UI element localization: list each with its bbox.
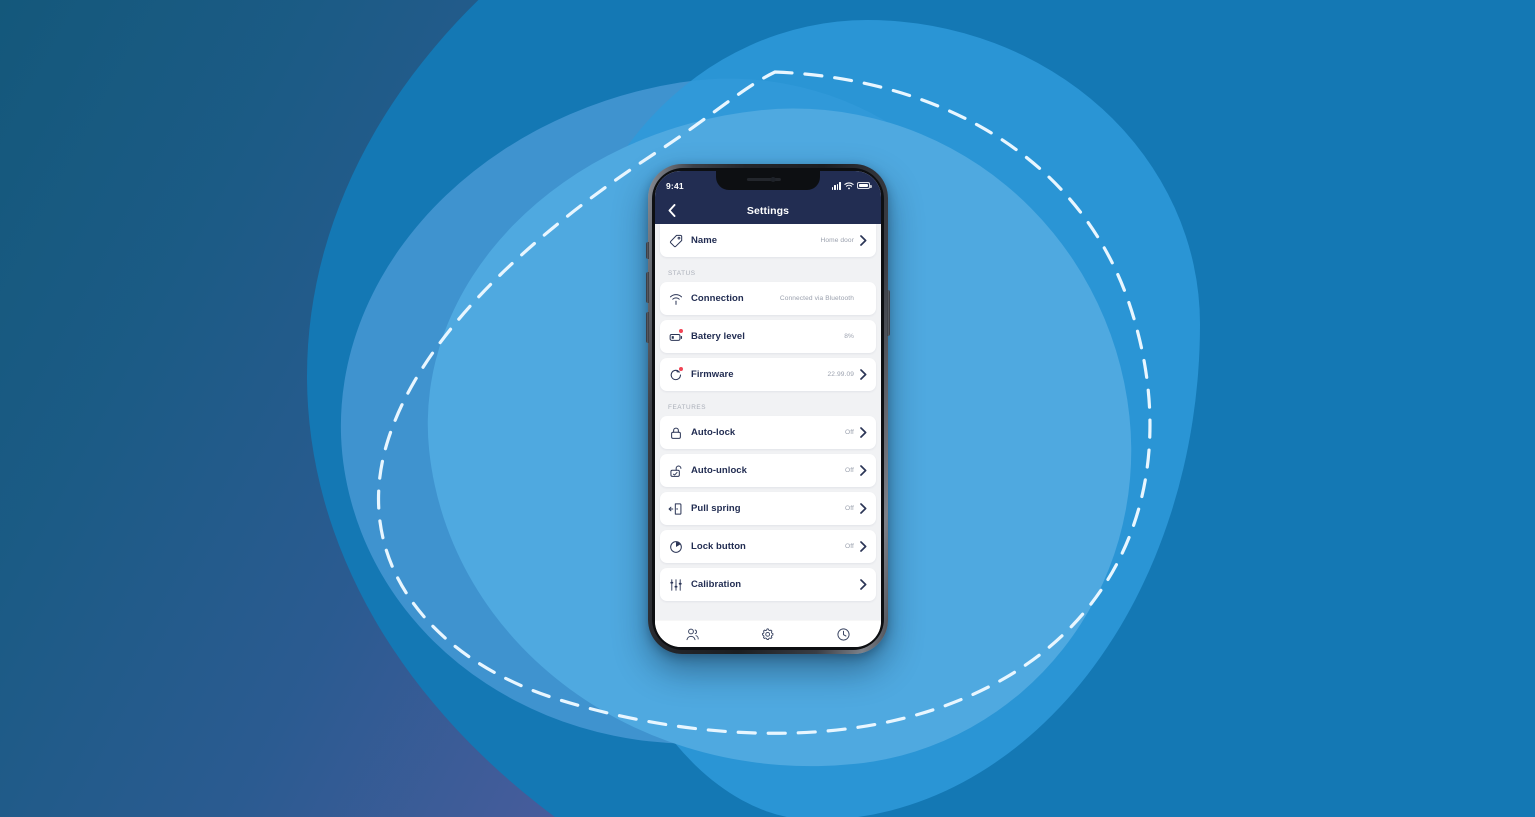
list-item-pull-spring[interactable]: Pull spring Off (660, 492, 876, 525)
list-item-value: Off (845, 429, 854, 436)
settings-list[interactable]: Name Home door STATUS Connection Connect… (655, 224, 881, 620)
list-item-label: Pull spring (691, 503, 741, 514)
tab-settings[interactable] (730, 621, 805, 647)
earpiece-speaker (746, 178, 781, 181)
list-item-lock-button[interactable]: Lock button Off (660, 530, 876, 563)
chevron-right-icon (859, 465, 867, 476)
firmware-update-icon (668, 366, 684, 382)
tag-icon (668, 233, 683, 248)
list-item-value: Off (845, 467, 854, 474)
list-item-label: Batery level (691, 331, 745, 342)
phone-screen: 9:41 Settings Name Home door STATUS Conn… (655, 171, 881, 647)
notification-badge (678, 366, 684, 372)
list-item-value: Home door (820, 237, 854, 244)
phone-mockup: 9:41 Settings Name Home door STATUS Conn… (646, 164, 890, 654)
volume-down-button[interactable] (646, 312, 649, 343)
phone-notch (716, 171, 820, 190)
list-item-name[interactable]: Name Home door (660, 224, 876, 257)
list-item-battery-level[interactable]: Batery level 8% (660, 320, 876, 353)
list-item-label: Connection (691, 293, 744, 304)
list-item-auto-lock[interactable]: Auto-lock Off (660, 416, 876, 449)
list-item-value: Connected via Bluetooth (779, 295, 854, 302)
battery-icon (668, 328, 684, 344)
notification-badge (678, 328, 684, 334)
tab-bar (655, 620, 881, 647)
list-item-label: Name (691, 235, 718, 246)
chevron-right-icon (859, 503, 867, 514)
section-header-features: FEATURES (668, 404, 707, 411)
signal-bars-icon (831, 182, 841, 190)
chevron-right-icon (859, 369, 867, 380)
users-icon (686, 628, 699, 640)
status-time: 9:41 (666, 180, 684, 191)
front-camera (770, 177, 776, 182)
list-item-connection[interactable]: Connection Connected via Bluetooth (660, 282, 876, 315)
list-item-label: Lock button (691, 541, 746, 552)
list-item-calibration[interactable]: Calibration (660, 568, 876, 601)
chevron-right-icon (859, 235, 867, 246)
page-title: Settings (746, 204, 790, 217)
list-item-auto-unlock[interactable]: Auto-unlock Off (660, 454, 876, 487)
lock-open-icon (668, 463, 683, 478)
chevron-right-icon (859, 427, 867, 438)
clock-icon (837, 627, 850, 641)
gear-icon (762, 627, 774, 640)
lock-closed-icon (668, 425, 683, 440)
navigation-bar: Settings (655, 197, 881, 224)
section-header-status: STATUS (668, 270, 696, 277)
list-item-value: Off (845, 543, 854, 550)
lock-button-icon (668, 539, 683, 554)
screenshot-canvas: 9:41 Settings Name Home door STATUS Conn… (0, 0, 1535, 817)
sliders-icon (668, 577, 683, 592)
list-item-value: 8% (844, 333, 854, 340)
power-button[interactable] (887, 290, 890, 336)
status-bar: 9:41 (655, 171, 881, 197)
chevron-right-icon (859, 541, 867, 552)
list-item-label: Auto-unlock (691, 465, 747, 476)
list-item-label: Firmware (691, 369, 734, 380)
mute-switch[interactable] (646, 242, 649, 259)
list-item-value: Off (845, 505, 854, 512)
tab-users[interactable] (655, 621, 730, 647)
volume-up-button[interactable] (646, 272, 649, 303)
status-icons (831, 179, 872, 190)
wifi-icon (844, 181, 854, 189)
wifi-signal-icon (668, 291, 683, 306)
chevron-right-icon (859, 579, 867, 590)
battery-icon (857, 182, 872, 189)
list-item-label: Auto-lock (691, 427, 736, 438)
list-item-label: Calibration (691, 579, 742, 590)
list-item-value: 22.99.09 (827, 371, 854, 378)
pull-spring-icon (668, 501, 683, 516)
list-item-firmware[interactable]: Firmware 22.99.09 (660, 358, 876, 391)
